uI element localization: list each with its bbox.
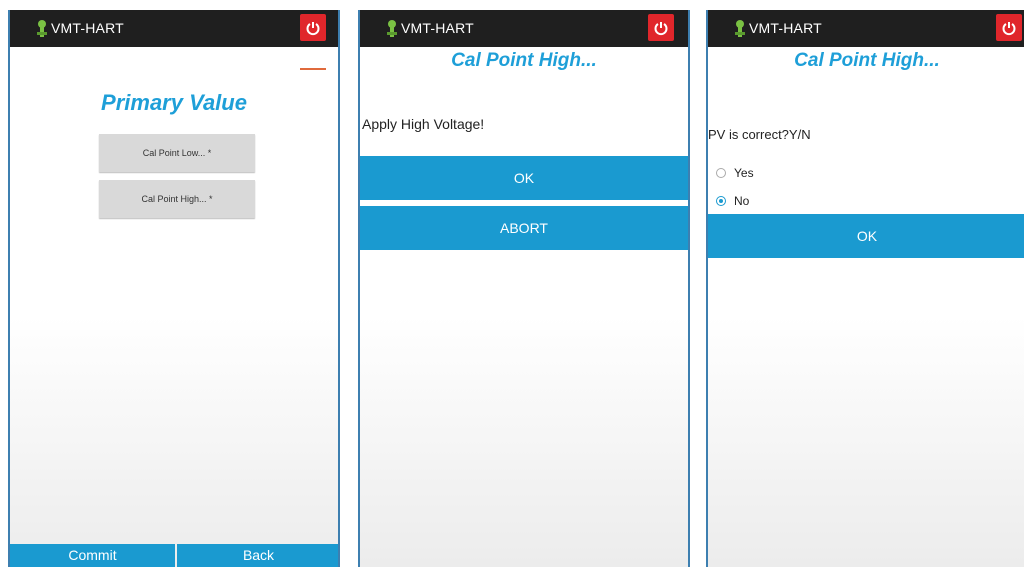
commit-button[interactable]: Commit <box>10 544 175 567</box>
radio-option-no[interactable]: No <box>716 194 749 208</box>
power-icon <box>306 21 320 35</box>
power-icon <box>654 21 668 35</box>
cal-point-low-button[interactable]: Cal Point Low... * <box>99 134 255 172</box>
screen-primary-value: VMT-HART Primary Value Cal Point Low... … <box>8 10 340 567</box>
power-button[interactable] <box>300 14 326 41</box>
page-title: Cal Point High... <box>794 50 940 71</box>
radio-button[interactable] <box>716 168 726 178</box>
app-bar: VMT-HART <box>708 10 1024 47</box>
app-bar: VMT-HART <box>10 10 338 47</box>
key-person-icon <box>735 20 745 37</box>
radio-label: Yes <box>734 166 754 180</box>
power-button[interactable] <box>996 14 1022 41</box>
ok-button[interactable]: OK <box>360 156 688 200</box>
power-button[interactable] <box>648 14 674 41</box>
prompt-text: Apply High Voltage! <box>362 116 485 132</box>
radio-label: No <box>734 194 750 208</box>
key-person-icon <box>37 20 47 37</box>
app-title: VMT-HART <box>749 20 822 36</box>
accent-dash <box>300 68 326 70</box>
app-bar: VMT-HART <box>360 10 688 47</box>
abort-button[interactable]: ABORT <box>360 206 688 250</box>
key-person-icon <box>387 20 397 37</box>
page-title: Primary Value <box>101 90 247 115</box>
screen-apply-voltage: VMT-HART Cal Point High... Apply High Vo… <box>358 10 690 567</box>
power-icon <box>1002 21 1016 35</box>
ok-button[interactable]: OK <box>708 214 1024 258</box>
app-title: VMT-HART <box>51 20 124 36</box>
app-title: VMT-HART <box>401 20 474 36</box>
radio-option-yes[interactable]: Yes <box>716 166 754 180</box>
cal-point-high-button[interactable]: Cal Point High... * <box>99 180 255 218</box>
screen-confirm-pv: VMT-HART Cal Point High... PV is correct… <box>706 10 1024 567</box>
page-title: Cal Point High... <box>451 50 597 71</box>
radio-button[interactable] <box>716 196 726 206</box>
prompt-text: PV is correct?Y/N <box>708 127 811 142</box>
back-button[interactable]: Back <box>177 544 338 567</box>
